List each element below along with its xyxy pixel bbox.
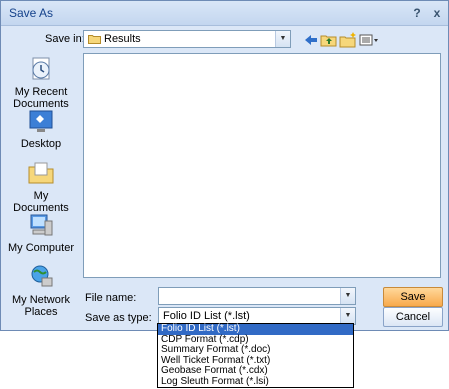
save-in-combo[interactable]: Results ▼ — [83, 30, 291, 48]
my-documents-icon — [28, 162, 54, 184]
file-name-label: File name: — [85, 292, 137, 304]
place-label: My Computer — [7, 242, 75, 254]
desktop-icon — [29, 110, 53, 132]
place-my-computer[interactable]: My Computer — [5, 211, 77, 254]
save-as-dialog: Save As ? x Save in: Results ▼ My Recent… — [0, 0, 449, 331]
dialog-title: Save As — [9, 6, 54, 20]
save-as-type-value: Folio ID List (*.lst) — [163, 310, 250, 322]
place-network-places[interactable]: My Network Places — [5, 263, 77, 318]
save-in-value: Results — [104, 33, 141, 45]
place-my-documents[interactable]: My Documents — [5, 159, 77, 214]
place-desktop[interactable]: Desktop — [5, 107, 77, 150]
recent-documents-icon — [32, 57, 50, 80]
dropdown-option[interactable]: Geobase Format (*.cdx) — [158, 365, 353, 377]
chevron-down-icon[interactable]: ▼ — [340, 308, 355, 324]
my-computer-icon — [30, 214, 53, 236]
back-arrow-icon[interactable] — [301, 31, 321, 49]
dropdown-option[interactable]: Log Sleuth Format (*.lsi) — [158, 376, 353, 388]
views-menu-icon[interactable] — [358, 31, 380, 49]
chevron-down-icon[interactable]: ▼ — [340, 288, 355, 304]
place-label: Desktop — [20, 138, 62, 150]
file-name-input[interactable]: ▼ — [158, 287, 356, 305]
title-bar[interactable]: Save As ? x — [1, 1, 448, 26]
network-places-icon — [31, 265, 53, 287]
new-folder-icon[interactable] — [338, 31, 358, 49]
place-label: My Network Places — [11, 294, 71, 318]
dropdown-option[interactable]: Summary Format (*.doc) — [158, 344, 353, 356]
close-button[interactable]: x — [429, 5, 445, 21]
up-folder-icon[interactable] — [319, 31, 339, 49]
cancel-button[interactable]: Cancel — [383, 307, 443, 327]
place-recent-documents[interactable]: My Recent Documents — [5, 55, 77, 110]
save-button[interactable]: Save — [383, 287, 443, 307]
folder-icon — [88, 35, 101, 44]
save-as-type-dropdown[interactable]: Folio ID List (*.lst) CDP Format (*.cdp)… — [157, 323, 354, 388]
dropdown-option[interactable]: Folio ID List (*.lst) — [158, 323, 353, 335]
save-as-type-label: Save as type: — [85, 312, 152, 324]
save-in-label: Save in: — [45, 33, 85, 45]
chevron-down-icon[interactable]: ▼ — [275, 31, 290, 47]
file-list[interactable] — [83, 53, 441, 278]
help-button[interactable]: ? — [409, 5, 425, 21]
